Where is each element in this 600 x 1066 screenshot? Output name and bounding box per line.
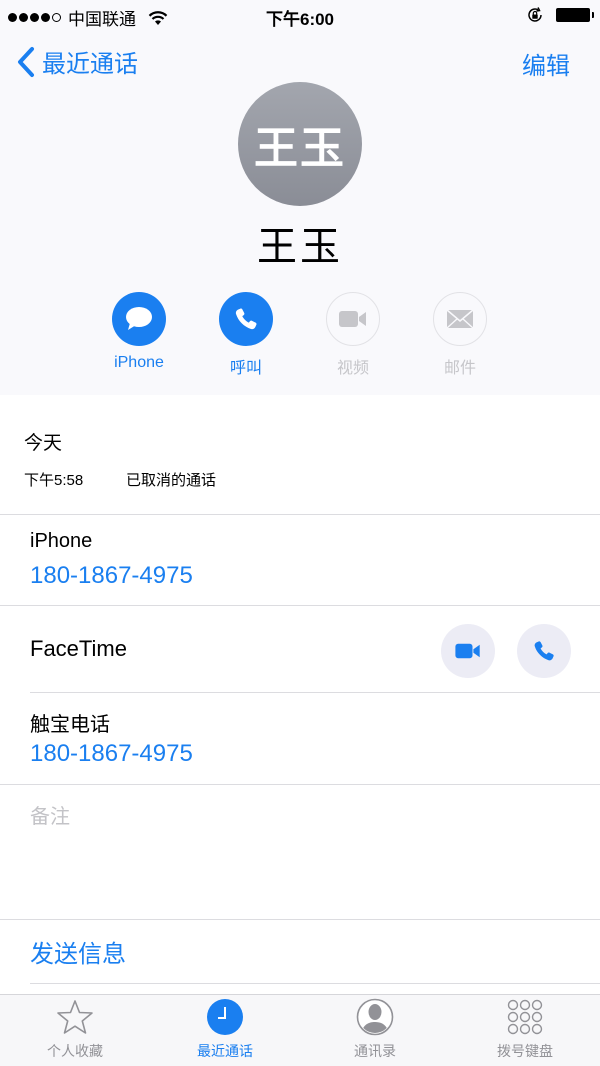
divider — [0, 919, 600, 920]
message-icon — [126, 307, 152, 330]
back-button[interactable]: 最近通话 — [16, 44, 138, 79]
divider — [30, 692, 600, 693]
tab-keypad[interactable]: 拨号键盘 — [450, 995, 600, 1066]
tab-contacts[interactable]: 通讯录 — [300, 995, 450, 1066]
video-action-label: 视频 — [336, 360, 369, 377]
quick-actions: iPhone 呼叫 视频 邮件 — [0, 292, 600, 382]
keypad-icon — [507, 999, 543, 1035]
call-time: 下午5:58 — [24, 472, 84, 489]
contact-name: 王玉 — [257, 225, 343, 269]
video-action-button[interactable]: 视频 — [313, 292, 393, 378]
call-action-button[interactable]: 呼叫 — [206, 292, 286, 378]
person-icon — [356, 998, 394, 1036]
call-status: 已取消的通话 — [126, 472, 217, 489]
tab-recents[interactable]: 最近通话 — [150, 995, 300, 1066]
edit-button[interactable]: 编辑 — [522, 46, 570, 81]
clock-icon — [207, 999, 243, 1035]
back-label: 最近通话 — [42, 51, 138, 78]
divider — [0, 605, 600, 606]
tab-favorites[interactable]: 个人收藏 — [0, 995, 150, 1066]
star-icon — [57, 1000, 93, 1034]
tab-bar: 个人收藏 最近通话 通讯录 拨号键盘 — [0, 994, 600, 1066]
facetime-video-button[interactable] — [441, 624, 495, 678]
navigation-bar: 最近通话 编辑 — [0, 40, 600, 84]
status-time: 下午6:00 — [265, 10, 335, 29]
mail-icon — [446, 309, 474, 329]
rotation-lock-icon — [528, 7, 542, 22]
recent-calls-day: 今天 — [24, 433, 63, 454]
iphone-number-link[interactable]: 180-1867-4975 — [30, 562, 193, 590]
tab-contacts-label: 通讯录 — [354, 1043, 396, 1059]
video-icon — [455, 643, 480, 659]
contact-header: 中国联通 下午6:00 最近通话 编辑 王玉 王玉 iPhone 呼叫 视频 邮… — [0, 0, 600, 395]
message-action-label: iPhone — [114, 354, 164, 371]
status-bar: 中国联通 下午6:00 — [0, 0, 600, 32]
message-action-button[interactable]: iPhone — [99, 292, 179, 372]
video-icon — [339, 311, 366, 327]
mail-action-button[interactable]: 邮件 — [420, 292, 500, 378]
tab-recents-label: 最近通话 — [197, 1043, 253, 1059]
divider — [0, 514, 600, 515]
mail-action-label: 邮件 — [443, 360, 476, 377]
touchpal-number-link[interactable]: 180-1867-4975 — [30, 740, 193, 768]
avatar: 王玉 — [238, 82, 362, 206]
tab-keypad-label: 拨号键盘 — [497, 1043, 553, 1059]
touchpal-field-label: 触宝电话 — [30, 714, 110, 736]
chevron-left-icon — [18, 46, 34, 77]
call-action-label: 呼叫 — [229, 360, 262, 377]
facetime-label: FaceTime — [30, 636, 127, 661]
phone-icon — [534, 641, 554, 661]
tab-favorites-label: 个人收藏 — [47, 1043, 103, 1059]
facetime-audio-button[interactable] — [517, 624, 571, 678]
divider — [30, 983, 600, 984]
iphone-field-label: iPhone — [30, 530, 93, 552]
divider — [0, 784, 600, 785]
recent-calls-section: 今天 下午5:58 已取消的通话 — [0, 395, 600, 515]
phone-icon — [235, 308, 257, 330]
notes-field[interactable]: 备注 — [30, 800, 70, 829]
battery-icon — [556, 8, 594, 22]
send-message-button[interactable]: 发送信息 — [30, 934, 126, 969]
